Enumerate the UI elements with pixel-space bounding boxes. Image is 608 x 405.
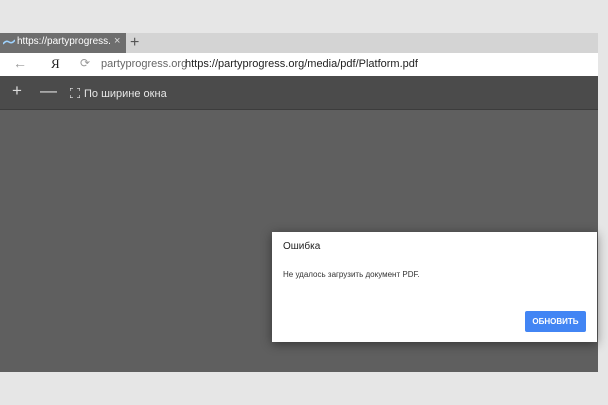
- zoom-out-button[interactable]: —: [40, 82, 57, 100]
- reload-icon[interactable]: ⟳: [80, 56, 90, 70]
- site-favicon-icon: [3, 39, 15, 45]
- error-dialog: Ошибка Не удалось загрузить документ PDF…: [272, 232, 597, 342]
- reload-button[interactable]: ОБНОВИТЬ: [525, 311, 586, 332]
- zoom-in-button[interactable]: +: [12, 82, 22, 100]
- back-arrow-icon[interactable]: ←: [13, 55, 27, 71]
- site-domain[interactable]: partyprogress.org: [101, 58, 187, 70]
- address-bar: ← Я ⟳ partyprogress.org https://partypro…: [0, 53, 598, 76]
- yandex-logo-icon[interactable]: Я: [51, 56, 60, 72]
- new-tab-button[interactable]: +: [130, 33, 139, 53]
- tab-title: https://partyprogress.org: [17, 36, 111, 47]
- tab-strip: https://partyprogress.org × +: [0, 33, 598, 53]
- fit-width-icon[interactable]: [70, 88, 80, 98]
- dialog-message: Не удалось загрузить документ PDF.: [283, 270, 420, 279]
- fit-width-button[interactable]: По ширине окна: [84, 88, 167, 100]
- browser-window: https://partyprogress.org × + ← Я ⟳ part…: [0, 0, 598, 405]
- tab-active[interactable]: https://partyprogress.org ×: [0, 33, 126, 53]
- tab-close-icon[interactable]: ×: [114, 35, 120, 47]
- url-field[interactable]: https://partyprogress.org/media/pdf/Plat…: [185, 58, 418, 70]
- pdf-toolbar: + — По ширине окна: [0, 76, 598, 110]
- dialog-title: Ошибка: [283, 241, 321, 252]
